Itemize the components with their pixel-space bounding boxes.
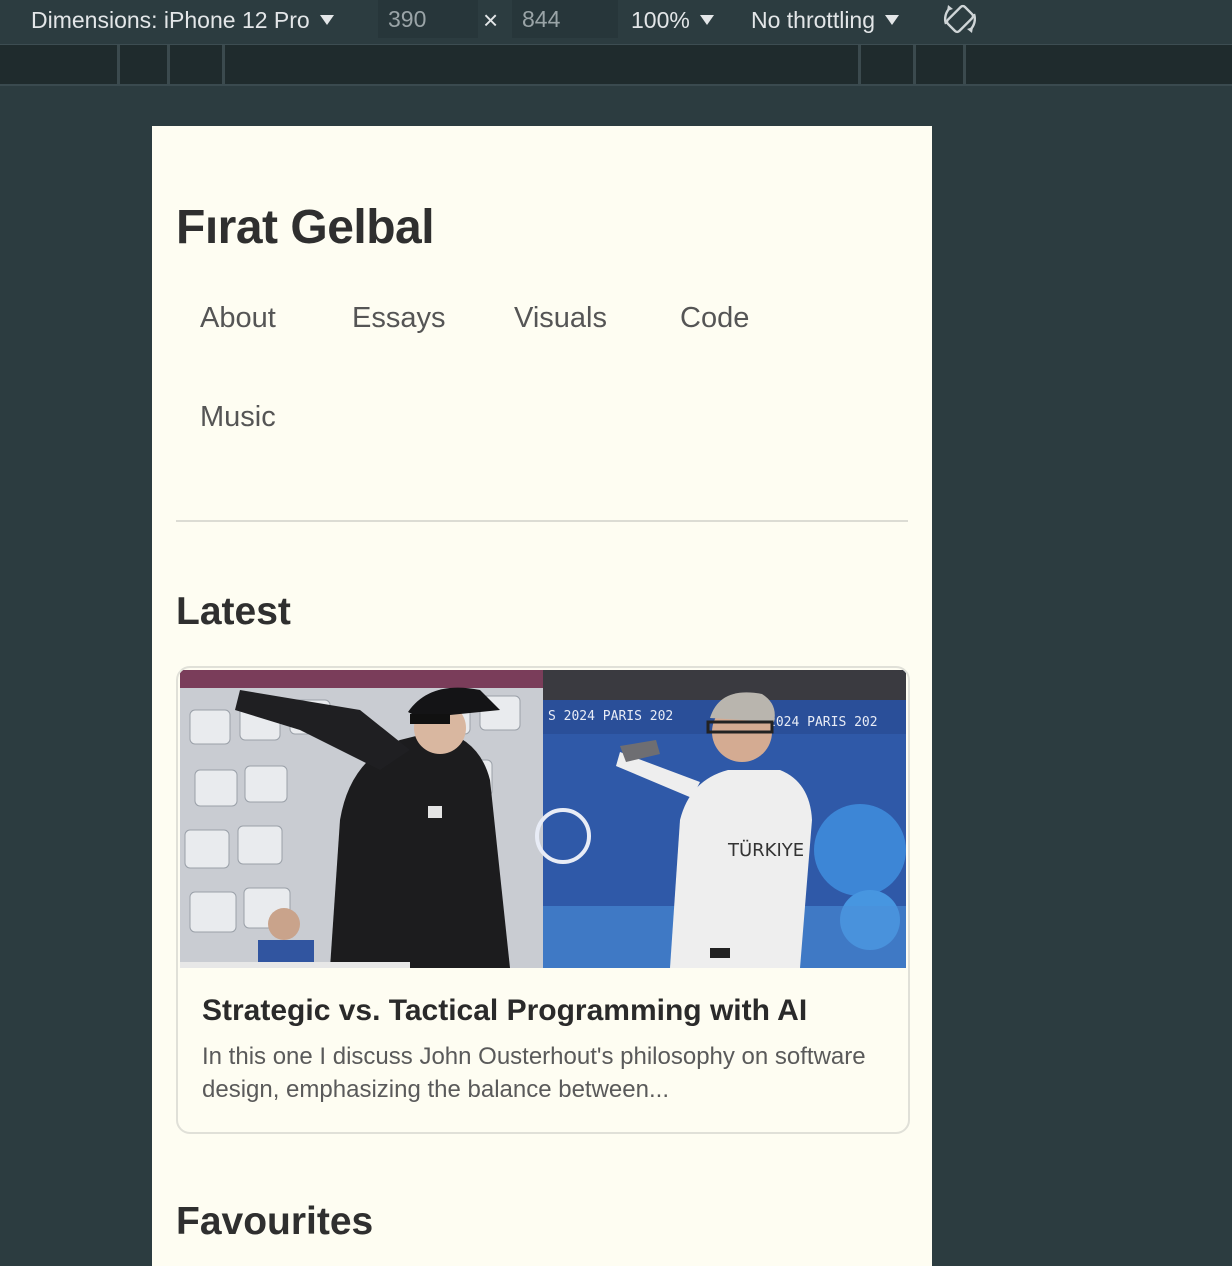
media-query-marker[interactable]: [167, 45, 170, 84]
banner-text: 2024 PARIS 202: [768, 715, 878, 730]
nav-link-about[interactable]: About: [200, 302, 276, 335]
post-title[interactable]: Strategic vs. Tactical Programming with …: [202, 994, 892, 1028]
latest-heading: Latest: [176, 590, 291, 633]
favourites-heading: Favourites: [176, 1200, 374, 1243]
rotate-icon[interactable]: [940, 0, 980, 38]
chevron-down-icon: [885, 15, 900, 25]
chevron-down-icon: [319, 15, 334, 25]
nav-link-visuals[interactable]: Visuals: [514, 302, 607, 335]
times-icon: ×: [483, 4, 499, 35]
zoom-label: 100%: [631, 6, 690, 33]
nav-link-essays[interactable]: Essays: [352, 302, 445, 335]
divider: [176, 520, 908, 522]
dimensions-label: Dimensions: iPhone 12 Pro: [31, 6, 310, 33]
media-query-marker[interactable]: [963, 45, 966, 84]
post-excerpt: In this one I discuss John Ousterhout's …: [202, 1043, 866, 1103]
site-title[interactable]: Fırat Gelbal: [176, 200, 435, 255]
media-query-marker[interactable]: [222, 45, 225, 84]
devtools-device-toolbar: Dimensions: iPhone 12 Pro 390 × 844 100%…: [0, 0, 1232, 45]
throttling-dropdown[interactable]: No throttling: [751, 0, 900, 40]
media-query-marker[interactable]: [117, 45, 120, 84]
banner-text: S 2024 PARIS 202: [548, 709, 673, 724]
latest-post-card[interactable]: S 2024 PARIS 202 2024 PARIS 202 TÜRKIYE …: [176, 666, 910, 1134]
media-query-ruler: [0, 45, 1232, 86]
nav-link-code[interactable]: Code: [680, 302, 749, 335]
width-input[interactable]: 390: [378, 0, 478, 38]
nav-link-music[interactable]: Music: [200, 401, 276, 434]
throttling-label: No throttling: [751, 6, 876, 33]
dimensions-dropdown[interactable]: Dimensions: iPhone 12 Pro: [31, 0, 334, 40]
device-viewport: Fırat Gelbal About Essays Visuals Code M…: [152, 126, 932, 1266]
height-input[interactable]: 844: [512, 0, 618, 38]
chevron-down-icon: [699, 15, 714, 25]
media-query-marker[interactable]: [858, 45, 861, 84]
media-query-marker[interactable]: [913, 45, 916, 84]
shirt-text: TÜRKIYE: [727, 839, 804, 861]
zoom-dropdown[interactable]: 100%: [631, 0, 714, 40]
post-thumbnail[interactable]: S 2024 PARIS 202 2024 PARIS 202 TÜRKIYE: [180, 670, 906, 968]
